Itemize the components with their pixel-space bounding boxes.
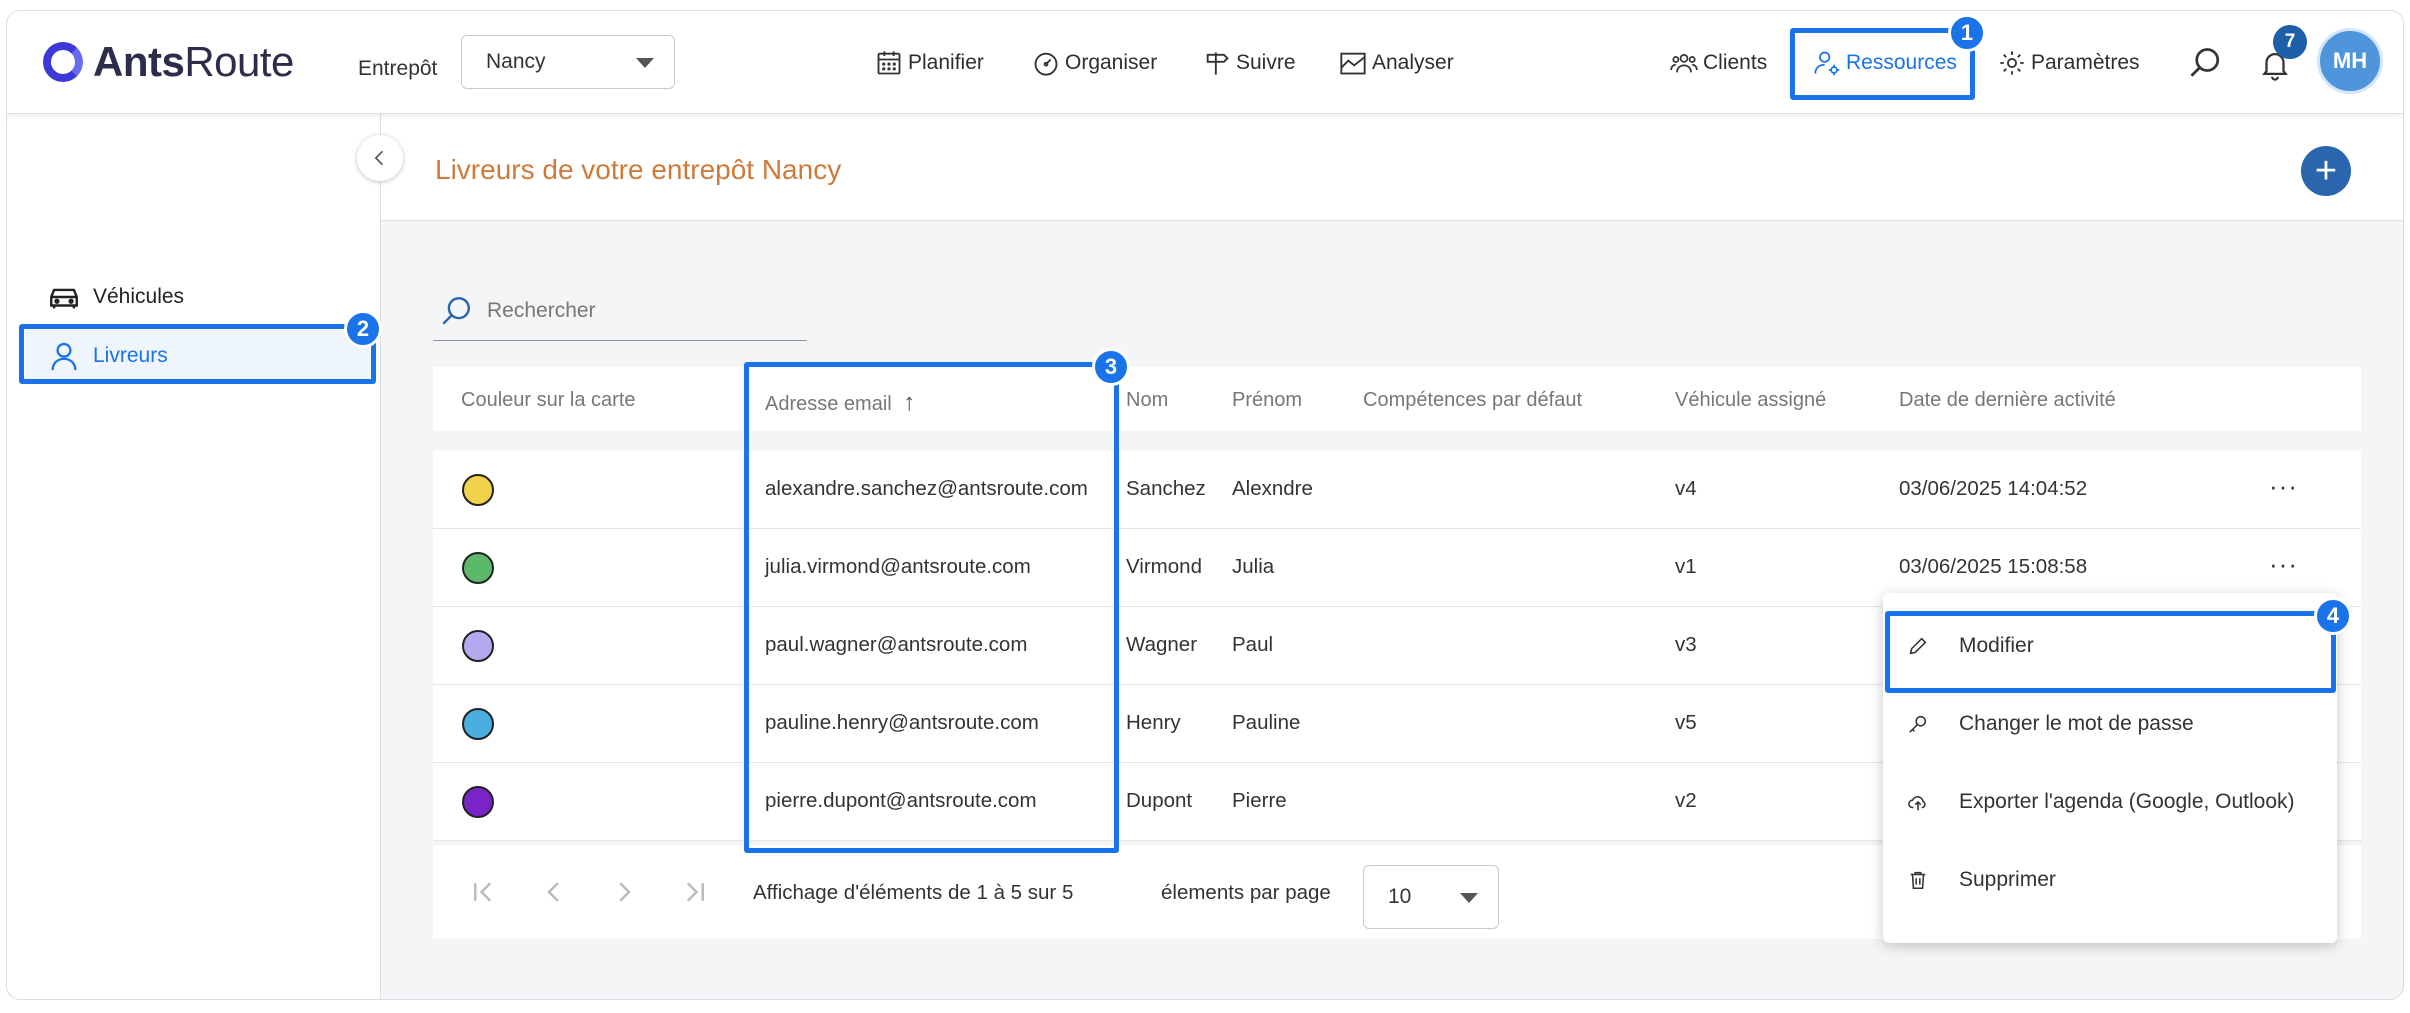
cell-nom: Wagner	[1126, 633, 1198, 656]
annotation-badge-4: 4	[2314, 597, 2352, 635]
users-icon	[1670, 53, 1698, 73]
sidebar: Véhicules Livreurs	[7, 114, 381, 999]
map-color-swatch	[462, 552, 494, 584]
nav-organiser[interactable]: Organiser	[1032, 48, 1157, 78]
highlight-modifier	[1885, 611, 2336, 693]
collapse-sidebar-button[interactable]	[357, 135, 403, 181]
gear-icon	[2000, 51, 2024, 75]
trash-icon	[1910, 871, 1926, 890]
cloud-upload-icon	[1908, 796, 1926, 811]
table-header: Couleur sur la carte Adresse email ↑ Nom…	[433, 367, 2361, 431]
search-icon	[442, 296, 470, 325]
caret-down-icon	[636, 58, 654, 68]
add-livreur-button[interactable]: +	[2301, 146, 2351, 196]
key-icon	[1909, 715, 1927, 733]
nav-suivre[interactable]: Suivre	[1203, 48, 1296, 78]
nav-parametres[interactable]: Paramètres	[1998, 48, 2140, 78]
menu-item-changer-mot-de-passe[interactable]: Changer le mot de passe	[1883, 693, 2337, 755]
cell-prenom: Pauline	[1232, 711, 1301, 734]
cell-date: 03/06/2025 15:08:58	[1899, 555, 2088, 578]
cell-nom: Dupont	[1126, 789, 1193, 812]
cell-vehicule: v4	[1675, 477, 1697, 500]
column-header-date[interactable]: Date de dernière activité	[1899, 389, 2116, 412]
map-color-swatch	[462, 630, 494, 662]
previous-page-icon[interactable]	[539, 877, 569, 907]
map-color-swatch	[462, 786, 494, 818]
next-page-icon[interactable]	[609, 877, 639, 907]
row-actions-more-icon[interactable]: ···	[2269, 471, 2298, 502]
search-field	[433, 281, 807, 341]
column-header-vehicule[interactable]: Véhicule assigné	[1675, 389, 1826, 412]
map-color-swatch	[462, 474, 494, 506]
logo-mark-icon	[43, 42, 83, 82]
cell-nom: Henry	[1126, 711, 1181, 734]
warehouse-select[interactable]: Nancy	[461, 35, 675, 89]
chart-area-icon	[1340, 52, 1366, 75]
caret-down-icon	[1460, 893, 1478, 903]
sidebar-item-vehicules[interactable]: Véhicules	[25, 271, 370, 323]
row-actions-more-icon[interactable]: ···	[2269, 549, 2298, 580]
highlight-ressources	[1790, 28, 1975, 100]
cell-nom: Virmond	[1126, 555, 1202, 578]
top-navbar: AntsRoute Entrepôt Nancy Planifier Organ…	[7, 11, 2403, 114]
column-header-nom[interactable]: Nom	[1126, 389, 1168, 412]
per-page-label: élements par page	[1161, 881, 1331, 904]
cell-vehicule: v3	[1675, 633, 1697, 656]
last-page-icon[interactable]	[679, 877, 709, 907]
annotation-badge-1: 1	[1948, 14, 1986, 52]
cell-vehicule: v1	[1675, 555, 1697, 578]
nav-analyser[interactable]: Analyser	[1339, 48, 1454, 78]
notification-count-badge: 7	[2273, 25, 2307, 59]
cell-prenom: Alexndre	[1232, 477, 1313, 500]
menu-item-exporter-agenda[interactable]: Exporter l'agenda (Google, Outlook)	[1883, 771, 2337, 833]
highlight-email-column	[744, 362, 1119, 853]
nav-planifier[interactable]: Planifier	[875, 48, 984, 78]
chevron-left-icon	[374, 150, 384, 166]
table-row[interactable]: alexandre.sanchez@antsroute.com Sanchez Al…	[433, 451, 2361, 529]
signpost-icon	[1206, 52, 1229, 75]
annotation-badge-3: 3	[1092, 348, 1130, 386]
column-header-competences[interactable]: Compétences par défaut	[1363, 389, 1582, 412]
cell-vehicule: v2	[1675, 789, 1697, 812]
cell-prenom: Pierre	[1232, 789, 1287, 812]
cell-date: 03/06/2025 14:04:52	[1899, 477, 2088, 500]
calendar-icon	[877, 51, 901, 75]
first-page-icon[interactable]	[469, 877, 499, 907]
cell-prenom: Julia	[1232, 555, 1275, 578]
column-header-couleur[interactable]: Couleur sur la carte	[461, 389, 636, 412]
highlight-livreurs	[19, 324, 376, 384]
cell-nom: Sanchez	[1126, 477, 1206, 500]
page-title: Livreurs de votre entrepôt Nancy	[435, 154, 842, 185]
search-input[interactable]	[487, 298, 787, 323]
per-page-select[interactable]: 10	[1363, 865, 1499, 929]
warehouse-label: Entrepôt	[358, 57, 438, 80]
pagination-summary: Affichage d'éléments de 1 à 5 sur 5	[753, 881, 1074, 904]
page-header: Livreurs de votre entrepôt Nancy +	[381, 114, 2403, 221]
nav-clients[interactable]: Clients	[1670, 48, 1767, 78]
search-icon[interactable]	[2187, 45, 2223, 81]
antsroute-logo[interactable]: AntsRoute	[43, 37, 294, 87]
user-avatar[interactable]: MH	[2317, 28, 2383, 94]
menu-item-supprimer[interactable]: Supprimer	[1883, 849, 2337, 911]
gauge-icon	[1034, 52, 1058, 76]
car-icon	[50, 288, 78, 309]
cell-prenom: Paul	[1232, 633, 1274, 656]
app-window: AntsRoute Entrepôt Nancy Planifier Organ…	[6, 10, 2404, 1000]
cell-vehicule: v5	[1675, 711, 1697, 734]
column-header-prenom[interactable]: Prénom	[1232, 389, 1302, 412]
annotation-badge-2: 2	[344, 310, 382, 348]
map-color-swatch	[462, 708, 494, 740]
